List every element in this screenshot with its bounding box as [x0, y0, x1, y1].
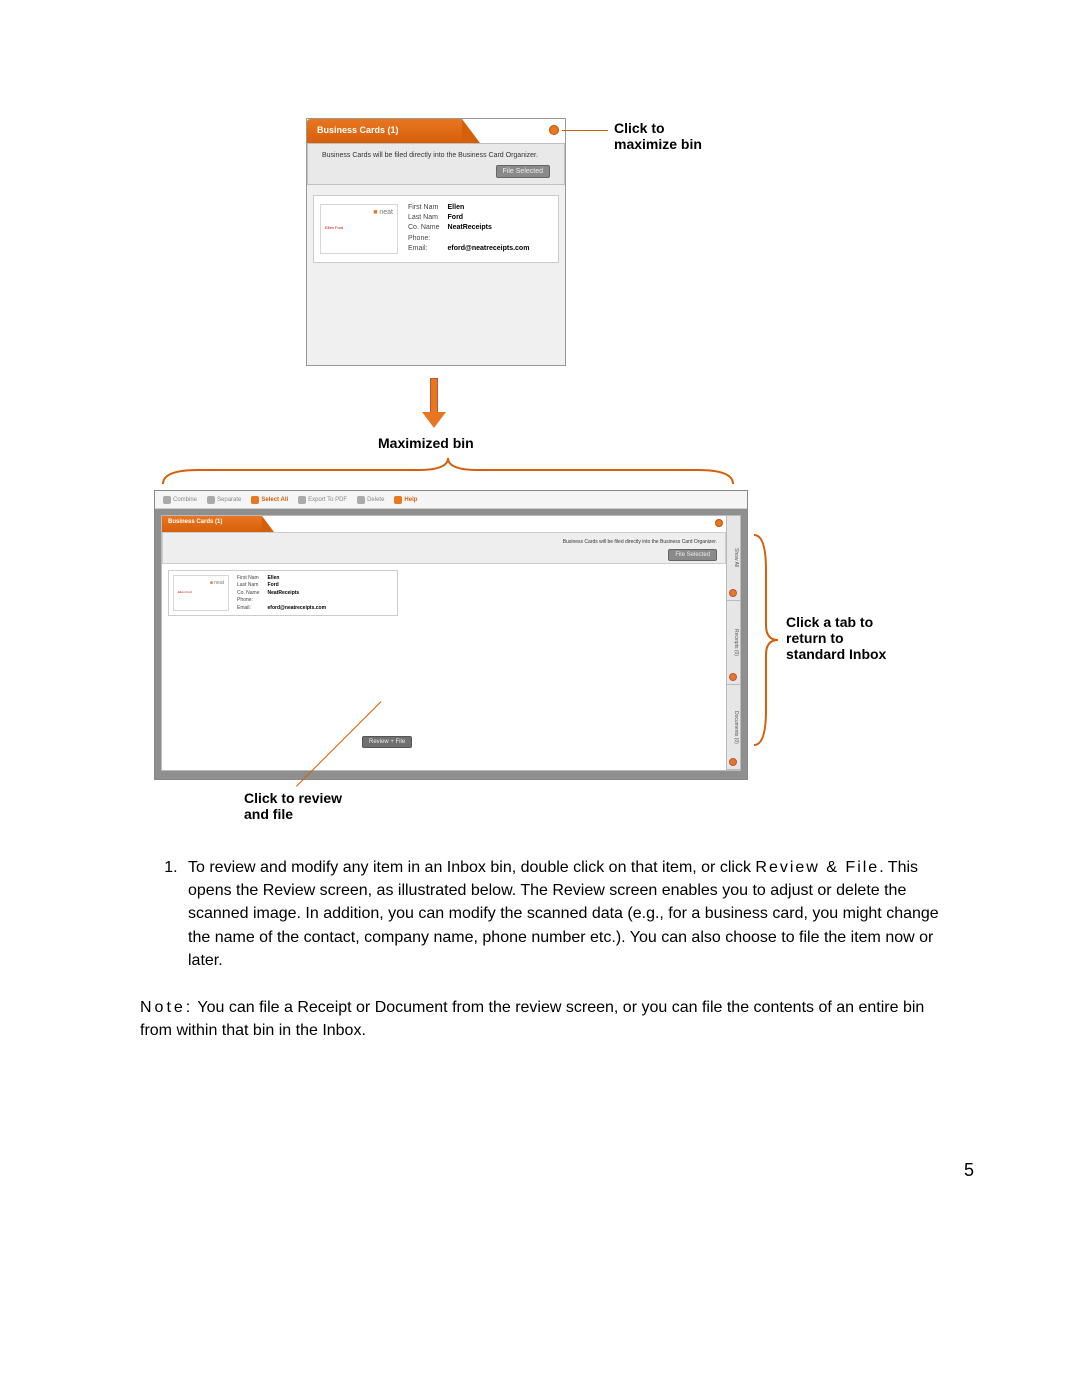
firstname-label: First Nam [408, 204, 440, 213]
exportpdf-icon [298, 496, 306, 504]
card-tiny-text-small: Ellen Ford [178, 590, 192, 594]
coname-value: NeatReceipts [448, 224, 530, 233]
max-bin-desc-bar: Business Cards will be filed directly in… [162, 532, 726, 564]
max-bin-desc-text: Business Cards will be filed directly in… [563, 539, 717, 545]
separate-icon [207, 496, 215, 504]
delete-icon [357, 496, 365, 504]
note-text: You can file a Receipt or Document from … [140, 999, 924, 1039]
callout-review: Click to review and file [244, 790, 342, 822]
review-file-inline: Review & File [755, 859, 879, 876]
phone-label: Phone: [408, 235, 440, 244]
card-thumbnail: neat Ellen Ford [320, 204, 398, 254]
lastname-value: Ford [448, 214, 530, 223]
side-tabs: Show All Receipts (0) Documents (0) [726, 516, 740, 770]
note-paragraph: Note: You can file a Receipt or Document… [140, 996, 940, 1042]
tab-dot-icon [729, 673, 737, 681]
card-fields: First Nam Ellen Last Nam Ford Co. Name N… [408, 204, 529, 254]
review-file-button[interactable]: Review + File [362, 736, 412, 748]
bin-tab-header-wrap: Business Cards (1) [307, 119, 462, 143]
callout-leader-maximize [562, 130, 608, 131]
callout-side-line3: standard Inbox [786, 646, 886, 662]
toolbar-separate[interactable]: Separate [207, 496, 241, 504]
max-bin-left: Business Cards (1) Business Cards will b… [162, 516, 726, 770]
max-business-card-row[interactable]: neat Ellen Ford First Nam Ellen Last Nam… [168, 570, 398, 616]
max-card-fields: First Nam Ellen Last Nam Ford Co. Name N… [237, 575, 326, 611]
help-icon [394, 496, 402, 504]
max-card-thumbnail: neat Ellen Ford [173, 575, 229, 611]
max-bin-body: Business Cards (1) Business Cards will b… [161, 515, 741, 771]
callout-maximize-line2: maximize bin [614, 136, 702, 152]
small-bin-window: Business Cards (1) Business Cards will b… [306, 118, 566, 366]
toolbar-help[interactable]: Help [394, 496, 417, 504]
neat-logo: neat [373, 209, 393, 216]
toolbar: Combine Separate Select All Export To PD… [155, 491, 747, 509]
note-label: Note: [140, 999, 193, 1016]
max-file-selected-button[interactable]: File Selected [668, 549, 717, 561]
toolbar-combine[interactable]: Combine [163, 496, 197, 504]
callout-side-line2: return to [786, 630, 886, 646]
brace-top-icon [158, 456, 738, 486]
toolbar-delete[interactable]: Delete [357, 496, 384, 504]
callout-review-line1: Click to review [244, 790, 342, 806]
minimize-icon[interactable] [715, 519, 723, 527]
li1-text-a: To review and modify any item in an Inbo… [188, 859, 755, 876]
email-label: Email: [408, 245, 440, 254]
instruction-item-1: To review and modify any item in an Inbo… [182, 856, 940, 972]
callout-maximize-line1: Click to [614, 120, 702, 136]
card-tiny-text: Ellen Ford [325, 225, 343, 230]
arrow-down-icon [426, 378, 442, 428]
bin-tab-header[interactable]: Business Cards (1) [307, 119, 462, 143]
toolbar-export-pdf[interactable]: Export To PDF [298, 496, 347, 504]
max-bin-tab-header[interactable]: Business Cards (1) [162, 516, 262, 532]
callout-review-line2: and file [244, 806, 342, 822]
side-tab-documents[interactable]: Documents (0) [726, 685, 740, 770]
tab-dot-icon [729, 589, 737, 597]
instruction-list: To review and modify any item in an Inbo… [140, 856, 940, 972]
neat-logo-small: neat [210, 580, 224, 586]
combine-icon [163, 496, 171, 504]
callout-maximize: Click to maximize bin [614, 120, 702, 152]
max-bin-header-title: Business Cards (1) [168, 519, 222, 525]
callout-side-tabs: Click a tab to return to standard Inbox [786, 614, 886, 662]
coname-label: Co. Name [408, 224, 440, 233]
page-number: 5 [964, 1160, 974, 1181]
firstname-value: Ellen [448, 204, 530, 213]
file-selected-button[interactable]: File Selected [496, 165, 550, 178]
bin-header-title: Business Cards (1) [317, 125, 399, 135]
side-tab-receipts[interactable]: Receipts (0) [726, 601, 740, 686]
maximized-bin-label: Maximized bin [378, 435, 474, 451]
bin-description-text: Business Cards will be filed directly in… [322, 152, 538, 159]
selectall-icon [251, 496, 259, 504]
side-tab-show-all[interactable]: Show All [726, 516, 740, 601]
phone-value [448, 235, 530, 244]
brace-right-icon [750, 530, 780, 750]
lastname-label: Last Nam [408, 214, 440, 223]
maximize-icon[interactable] [549, 125, 559, 135]
toolbar-select-all[interactable]: Select All [251, 496, 288, 504]
tab-dot-icon [729, 758, 737, 766]
callout-side-line1: Click a tab to [786, 614, 886, 630]
business-card-row[interactable]: neat Ellen Ford First Nam Ellen Last Nam… [313, 195, 559, 263]
bin-description-bar: Business Cards will be filed directly in… [307, 143, 565, 185]
email-value: eford@neatreceipts.com [448, 245, 530, 254]
maximized-bin-window: Combine Separate Select All Export To PD… [154, 490, 748, 780]
